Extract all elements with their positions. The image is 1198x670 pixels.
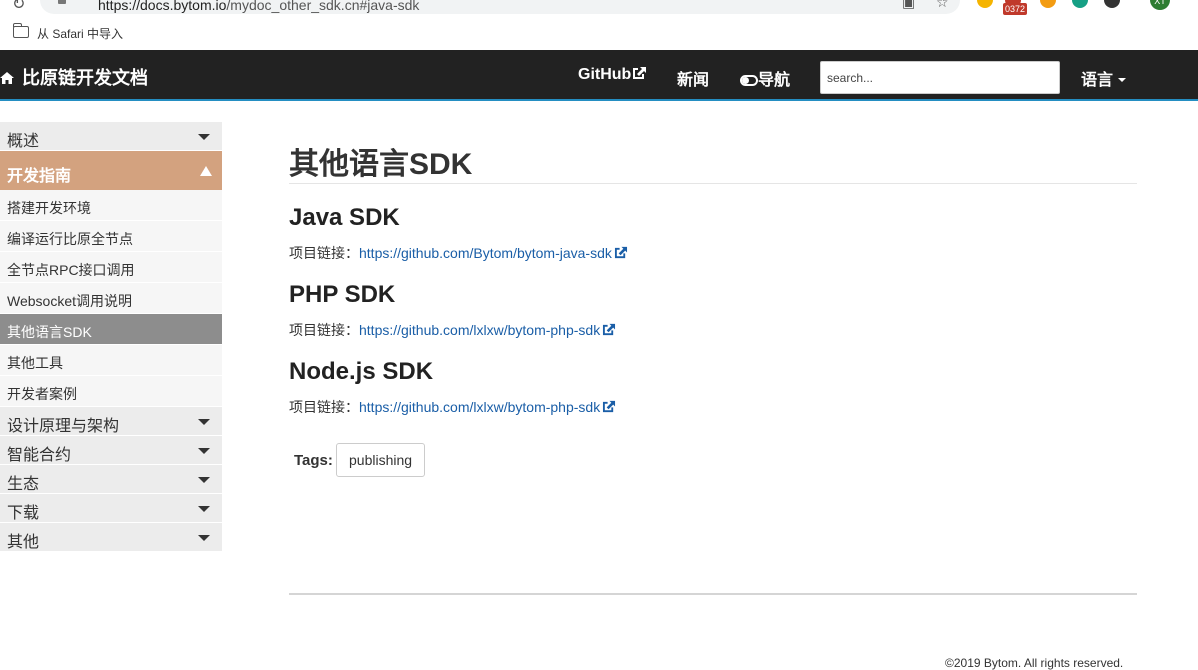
sidebar-item-label: 生态 — [7, 476, 40, 493]
arrow-down-icon — [198, 419, 210, 425]
sidebar-subitem[interactable]: Websocket调用说明 — [0, 283, 222, 314]
sdk-section-nodejs: Node.js SDK 项目链接：https://github.com/lxlx… — [289, 358, 1137, 415]
arrow-down-icon — [198, 134, 210, 140]
lock-icon — [58, 0, 66, 4]
reload-icon[interactable]: ↻ — [12, 0, 25, 14]
site-navbar: 比原链开发文档 GitHub 新闻 导航 语言 — [0, 50, 1198, 101]
url-path: /mydoc_other_sdk.cn#java-sdk — [226, 0, 420, 13]
extension-icon[interactable] — [1072, 0, 1088, 8]
language-dropdown[interactable]: 语言 — [1081, 66, 1127, 90]
arrow-up-icon — [200, 166, 212, 176]
sidebar-item-design[interactable]: 设计原理与架构 — [0, 407, 222, 436]
toggle-icon — [740, 75, 758, 86]
project-link-row: 项目链接：https://github.com/lxlxw/bytom-php-… — [289, 397, 1137, 415]
sdk-section-java: Java SDK 项目链接：https://github.com/Bytom/b… — [289, 204, 1137, 261]
brand-title: 比原链开发文档 — [22, 68, 148, 88]
section-heading: Node.js SDK — [289, 358, 434, 385]
project-link-row: 项目链接：https://github.com/lxlxw/bytom-php-… — [289, 320, 1137, 338]
extension-icon[interactable] — [977, 0, 993, 8]
github-link[interactable]: GitHub — [578, 66, 647, 84]
sdk-section-php: PHP SDK 项目链接：https://github.com/lxlxw/by… — [289, 281, 1137, 338]
sidebar-item-dev-guide[interactable]: 开发指南 — [0, 151, 222, 190]
sidebar-item-label: 智能合约 — [7, 447, 72, 464]
caret-down-icon — [1118, 78, 1127, 82]
section-heading: Java SDK — [289, 204, 400, 231]
link-prefix: 项目链接： — [289, 399, 359, 415]
bookmark-import-safari[interactable]: 从 Safari 中导入 — [37, 25, 123, 42]
external-link-icon — [614, 246, 627, 259]
sidebar-subitem[interactable]: 开发者案例 — [0, 376, 222, 407]
folder-icon — [12, 23, 29, 38]
sidebar-item-label: 开发指南 — [7, 168, 72, 185]
arrow-down-icon — [198, 477, 210, 483]
tag-button[interactable]: publishing — [336, 443, 426, 477]
bookmark-star-icon[interactable]: ☆ — [936, 0, 949, 11]
sidebar-item-label: 设计原理与架构 — [7, 418, 120, 435]
github-label: GitHub — [578, 66, 632, 83]
tags-label: Tags: — [294, 452, 333, 469]
address-bar[interactable]: https://docs.bytom.io/mydoc_other_sdk.cn… — [40, 0, 960, 14]
copyright-text: ©2019 Bytom. All rights reserved. — [945, 656, 1124, 670]
sidebar-item-ecosystem[interactable]: 生态 — [0, 465, 222, 494]
sidebar-item-overview[interactable]: 概述 — [0, 122, 222, 151]
nav-toggle-label: 导航 — [758, 72, 791, 89]
sidebar-subitem[interactable]: 全节点RPC接口调用 — [0, 252, 222, 283]
project-link-text: https://github.com/Bytom/bytom-java-sdk — [359, 245, 612, 261]
search-input[interactable] — [820, 61, 1060, 94]
project-link[interactable]: https://github.com/lxlxw/bytom-php-sdk — [359, 399, 616, 415]
tags-row: Tags: publishing — [294, 443, 1137, 477]
arrow-down-icon — [198, 506, 210, 512]
sidebar-subitem[interactable]: 其他工具 — [0, 345, 222, 376]
arrow-down-icon — [198, 448, 210, 454]
sidebar-item-label: 概述 — [7, 133, 40, 150]
news-link[interactable]: 新闻 — [677, 66, 709, 90]
external-link-icon — [633, 67, 647, 79]
sidebar-item-label: 下载 — [7, 505, 40, 522]
project-link[interactable]: https://github.com/lxlxw/bytom-php-sdk — [359, 322, 616, 338]
sidebar-item-other[interactable]: 其他 — [0, 523, 222, 552]
main-content: 其他语言SDK Java SDK 项目链接：https://github.com… — [289, 120, 1137, 477]
language-label: 语言 — [1081, 72, 1114, 89]
extension-icon[interactable] — [1104, 0, 1120, 8]
external-link-icon — [603, 323, 616, 336]
sidebar-subitem[interactable]: 编译运行比原全节点 — [0, 221, 222, 252]
site-brand[interactable]: 比原链开发文档 — [0, 64, 148, 90]
translate-icon[interactable]: ▣ — [902, 0, 915, 11]
arrow-down-icon — [198, 535, 210, 541]
project-link-text: https://github.com/lxlxw/bytom-php-sdk — [359, 399, 601, 415]
section-heading: PHP SDK — [289, 281, 396, 308]
extension-icon[interactable] — [1040, 0, 1056, 8]
extension-badge: 0372 — [1003, 3, 1028, 15]
sidebar-subitem-current[interactable]: 其他语言SDK — [0, 314, 222, 345]
browser-toolbar: ↻ https://docs.bytom.io/mydoc_other_sdk.… — [0, 0, 1198, 15]
project-link[interactable]: https://github.com/Bytom/bytom-java-sdk — [359, 245, 628, 261]
page-title: 其他语言SDK — [289, 120, 1137, 184]
nav-toggle[interactable]: 导航 — [740, 66, 790, 90]
link-prefix: 项目链接： — [289, 245, 359, 261]
sidebar-subitem[interactable]: 搭建开发环境 — [0, 190, 222, 221]
bookmarks-bar: 从 Safari 中导入 — [0, 18, 1198, 46]
sidebar-item-download[interactable]: 下载 — [0, 494, 222, 523]
avatar[interactable]: XT — [1150, 0, 1170, 10]
project-link-row: 项目链接：https://github.com/Bytom/bytom-java… — [289, 243, 1137, 261]
sidebar-nav: 概述 开发指南 搭建开发环境 编译运行比原全节点 全节点RPC接口调用 Webs… — [0, 122, 222, 552]
footer-divider — [289, 593, 1137, 595]
sidebar-item-label: 其他 — [7, 534, 40, 551]
link-prefix: 项目链接： — [289, 322, 359, 338]
project-link-text: https://github.com/lxlxw/bytom-php-sdk — [359, 322, 601, 338]
external-link-icon — [603, 400, 616, 413]
url-host: https://docs.bytom.io — [98, 0, 227, 13]
sidebar-item-contracts[interactable]: 智能合约 — [0, 436, 222, 465]
home-icon — [0, 72, 14, 84]
